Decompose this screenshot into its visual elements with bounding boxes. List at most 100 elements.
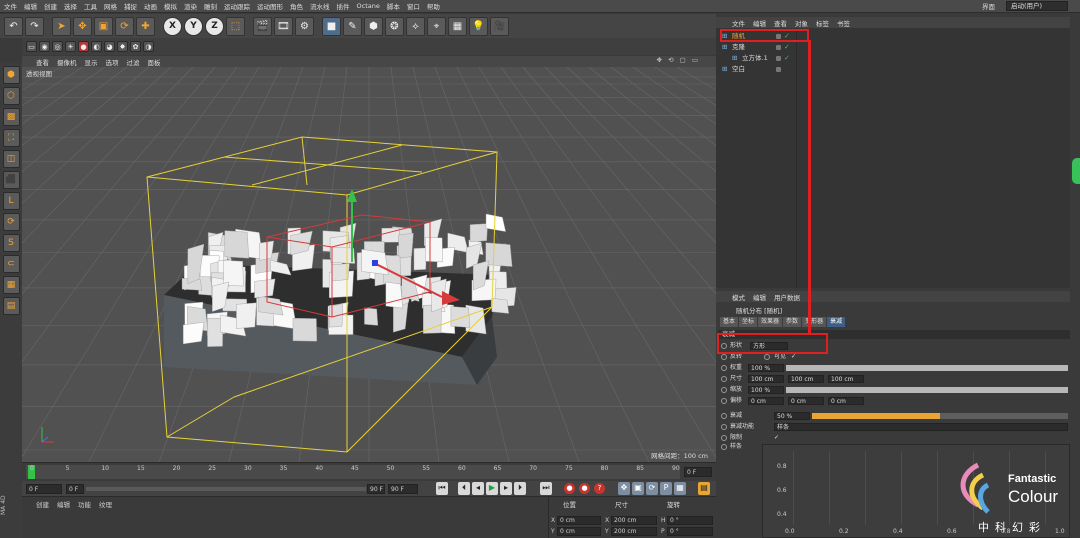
grid-icon[interactable]: ▦ — [2, 276, 20, 294]
scale-anim-dot[interactable] — [721, 387, 727, 393]
object-flags[interactable]: ✓ — [776, 42, 790, 53]
object-row[interactable]: ⊞ 克隆 ✓ — [716, 42, 1070, 53]
subdivision-icon[interactable]: ⬢ — [364, 16, 383, 36]
menu-item-16[interactable]: Octane — [357, 2, 380, 10]
object-menu-item-1[interactable]: 编辑 — [753, 18, 766, 28]
record-icon[interactable]: ● — [78, 41, 89, 52]
object-menu-item-3[interactable]: 对象 — [795, 18, 808, 28]
attr-tab-0[interactable]: 基本 — [720, 317, 739, 327]
key-rotation-icon[interactable]: ⟳ — [646, 482, 658, 495]
menu-item-9[interactable]: 渲染 — [184, 1, 197, 11]
render-view-icon[interactable]: 🎬 — [253, 16, 272, 36]
menu-item-18[interactable]: 窗口 — [407, 1, 420, 11]
object-menu-item-0[interactable]: 文件 — [732, 18, 745, 28]
model-mode-icon[interactable]: ⬡ — [2, 87, 20, 105]
goto-end-icon[interactable]: ⏭ — [540, 482, 552, 495]
timeline[interactable]: 0 5 10 15 20 25 30 35 40 45 50 55 60 65 70 75 80 85 90 0 F — [22, 462, 716, 481]
next-key-icon[interactable]: ⏵ — [514, 482, 526, 495]
next-frame-icon[interactable]: ▸ — [500, 482, 512, 495]
falloff-func-anim-dot[interactable] — [721, 424, 727, 430]
offset-y-field[interactable]: 0 cm — [788, 397, 824, 405]
wire-mode-icon[interactable]: ◉ — [39, 41, 50, 52]
sphere-icon[interactable]: ◕ — [104, 41, 115, 52]
menu-item-13[interactable]: 角色 — [290, 1, 303, 11]
pen-icon[interactable]: ✎ — [343, 16, 362, 36]
attribute-menu-item-0[interactable]: 模式 — [732, 292, 745, 302]
weight-slider[interactable] — [786, 365, 1068, 371]
coord-x-size[interactable]: 200 cm — [611, 516, 657, 525]
key-scale-icon[interactable]: ▣ — [632, 482, 644, 495]
scale-tool-icon[interactable]: ▣ — [94, 16, 113, 36]
texture-mode-icon[interactable]: ▩ — [2, 108, 20, 126]
size-y-field[interactable]: 100 cm — [788, 375, 824, 383]
menu-item-19[interactable]: 帮助 — [427, 1, 440, 11]
object-menu-item-4[interactable]: 标签 — [816, 18, 829, 28]
coordinate-system-icon[interactable]: ⬚ — [226, 16, 245, 36]
material-menu-item-1[interactable]: 编辑 — [57, 499, 70, 509]
viewport-menu-item-4[interactable]: 过滤 — [127, 57, 140, 67]
sun-icon[interactable]: ☀ — [65, 41, 76, 52]
side-tab[interactable] — [1072, 158, 1080, 184]
size-x-field[interactable]: 100 cm — [748, 375, 784, 383]
material-menu-item-2[interactable]: 功能 — [78, 499, 91, 509]
viewport-menu-item-1[interactable]: 摄像机 — [57, 57, 77, 67]
menu-item-15[interactable]: 插件 — [337, 1, 350, 11]
attr-tab-3[interactable]: 参数 — [783, 317, 802, 327]
layer-icon[interactable]: ▤ — [2, 297, 20, 315]
menu-item-10[interactable]: 雕刻 — [204, 1, 217, 11]
snap-icon[interactable]: S — [2, 234, 20, 252]
axis-y-button[interactable]: Y — [184, 16, 203, 36]
play-icon[interactable]: ▶ — [486, 482, 498, 495]
tweak-icon[interactable]: ⟳ — [2, 213, 20, 231]
light-icon[interactable]: 💡 — [469, 16, 488, 36]
invert-anim-dot[interactable] — [721, 354, 727, 360]
material-icon[interactable]: ◐ — [91, 41, 102, 52]
weight-field[interactable]: 100 % — [748, 364, 784, 372]
select-arrow-icon[interactable]: ➤ — [52, 16, 71, 36]
attribute-menu-item-1[interactable]: 编辑 — [753, 292, 766, 302]
falloff-anim-dot[interactable] — [721, 413, 727, 419]
limit-anim-dot[interactable] — [721, 435, 727, 441]
scale-slider[interactable] — [786, 387, 1068, 393]
material-menu-item-3[interactable]: 纹理 — [99, 499, 112, 509]
offset-x-field[interactable]: 0 cm — [748, 397, 784, 405]
falloff-field[interactable]: 50 % — [774, 412, 810, 420]
menu-item-3[interactable]: 选择 — [64, 1, 77, 11]
coord-y-pos[interactable]: 0 cm — [557, 527, 601, 536]
coord-p-rot[interactable]: 0 ° — [667, 527, 713, 536]
axis-z-button[interactable]: Z — [205, 16, 224, 36]
object-row[interactable]: ⊞ 空白 — [716, 64, 1070, 75]
object-flags[interactable] — [776, 64, 784, 75]
attribute-menu-item-2[interactable]: 用户数据 — [774, 292, 800, 302]
layer-dot-icon[interactable] — [776, 55, 781, 61]
menu-item-8[interactable]: 模拟 — [164, 1, 177, 11]
layout-dropdown[interactable]: 启动(用户) — [1006, 1, 1068, 11]
key-param-icon[interactable]: P — [660, 482, 672, 495]
coord-y-size[interactable]: 200 cm — [611, 527, 657, 536]
menu-item-0[interactable]: 文件 — [4, 1, 17, 11]
object-flags[interactable]: ✓ — [776, 53, 790, 64]
object-row[interactable]: ⊞ 立方体.1 ✓ — [716, 53, 1070, 64]
record-key-icon[interactable]: ● — [564, 483, 575, 494]
display-mode-icon[interactable]: ▭ — [26, 41, 37, 52]
axis-x-button[interactable]: X — [163, 16, 182, 36]
axis-mode-icon[interactable]: L — [2, 192, 20, 210]
environment-icon[interactable]: ⌖ — [427, 16, 446, 36]
menu-item-7[interactable]: 动画 — [144, 1, 157, 11]
menu-item-5[interactable]: 网格 — [104, 1, 117, 11]
camera-icon[interactable]: 🎥 — [490, 16, 509, 36]
menu-item-1[interactable]: 编辑 — [24, 1, 37, 11]
key-pla-icon[interactable]: ▦ — [674, 482, 686, 495]
offset-anim-dot[interactable] — [721, 398, 727, 404]
menu-item-11[interactable]: 运动跟踪 — [224, 1, 250, 11]
object-name[interactable]: 空白 — [732, 64, 745, 75]
undo-icon[interactable]: ↶ — [4, 16, 23, 36]
end-frame-field[interactable]: 90 F — [388, 484, 418, 494]
material-menu-item-0[interactable]: 创建 — [36, 499, 49, 509]
prev-key-icon[interactable]: ⏴ — [458, 482, 470, 495]
timeline-ruler[interactable]: 0 5 10 15 20 25 30 35 40 45 50 55 60 65 70 75 80 85 90 — [26, 465, 680, 479]
size-z-field[interactable]: 100 cm — [828, 375, 864, 383]
coord-h-rot[interactable]: 0 ° — [667, 516, 713, 525]
timeline-end-field[interactable]: 0 F — [684, 467, 712, 477]
viewport-menu-item-0[interactable]: 查看 — [36, 57, 49, 67]
